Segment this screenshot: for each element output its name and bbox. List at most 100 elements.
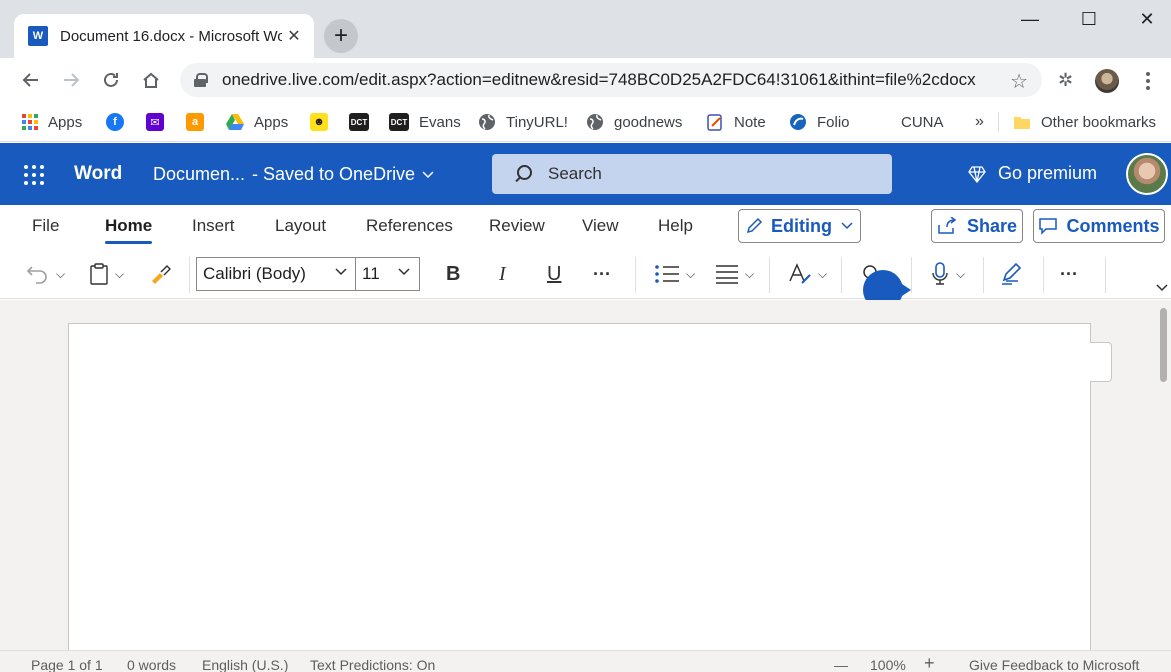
bookmark-apps[interactable]: Apps bbox=[22, 111, 82, 133]
chevron-down-icon: ⌵ bbox=[56, 266, 66, 281]
word-count[interactable]: 0 words bbox=[127, 657, 176, 672]
diamond-icon bbox=[968, 165, 986, 183]
user-avatar[interactable] bbox=[1126, 153, 1168, 195]
note-icon bbox=[706, 113, 724, 131]
bookmarks-overflow-chevron[interactable]: » bbox=[975, 111, 984, 133]
text-predictions-status[interactable]: Text Predictions: On bbox=[310, 657, 435, 672]
bookmark-star-icon[interactable]: ☆ bbox=[1010, 69, 1028, 94]
folder-icon bbox=[1013, 113, 1031, 131]
bookmark-facebook[interactable]: f bbox=[106, 111, 134, 133]
tab-home[interactable]: Home bbox=[105, 216, 153, 244]
editing-mode-button[interactable]: Editing bbox=[738, 209, 861, 243]
tab-close-icon[interactable]: ✕ bbox=[284, 26, 304, 46]
bookmark-label: TinyURL! bbox=[506, 113, 568, 131]
bookmarks-separator bbox=[998, 112, 999, 132]
language-indicator[interactable]: English (U.S.) bbox=[202, 657, 288, 672]
chevron-down-icon bbox=[422, 170, 434, 178]
paragraph-align-button[interactable]: ⌵ bbox=[715, 261, 754, 287]
styles-button[interactable]: ⌵ bbox=[788, 261, 827, 287]
ribbon-separator bbox=[769, 257, 770, 293]
tab-layout[interactable]: Layout bbox=[275, 216, 326, 236]
lock-icon[interactable] bbox=[194, 73, 208, 87]
bookmark-label: Folio bbox=[817, 113, 850, 131]
window-close-button[interactable]: ✕ bbox=[1132, 6, 1162, 32]
amazon-icon: a bbox=[186, 113, 204, 131]
reload-button[interactable] bbox=[97, 66, 125, 94]
extensions-puzzle-icon[interactable]: ✲ bbox=[1058, 70, 1073, 91]
chevron-down-icon bbox=[335, 268, 347, 276]
bullets-button[interactable]: ⌵ bbox=[654, 261, 695, 287]
zoom-level[interactable]: 100% bbox=[870, 657, 906, 672]
zoom-out-button[interactable]: — bbox=[834, 657, 848, 672]
chrome-profile-avatar[interactable] bbox=[1095, 69, 1119, 93]
bookmark-mail[interactable]: ✉ bbox=[146, 111, 174, 133]
status-bar: Page 1 of 1 0 words English (U.S.) Text … bbox=[0, 650, 1171, 672]
search-input[interactable]: Search bbox=[492, 154, 892, 194]
address-bar[interactable]: onedrive.live.com/edit.aspx?action=editn… bbox=[180, 63, 1042, 97]
ribbon-separator bbox=[1105, 257, 1106, 293]
comments-button[interactable]: Comments bbox=[1033, 209, 1165, 243]
format-painter-button[interactable] bbox=[149, 261, 173, 287]
bookmark-cuna[interactable]: CUNA bbox=[901, 111, 944, 133]
page-side-tab[interactable] bbox=[1090, 342, 1112, 382]
bookmark-label: goodnews bbox=[614, 113, 683, 131]
app-launcher-waffle-icon[interactable] bbox=[24, 165, 44, 185]
new-tab-button[interactable]: + bbox=[324, 19, 358, 53]
underline-button[interactable]: U bbox=[547, 261, 561, 287]
tab-file[interactable]: File bbox=[32, 216, 59, 236]
save-status[interactable]: - Saved to OneDrive bbox=[252, 164, 435, 185]
bookmark-dct[interactable]: DCT bbox=[349, 111, 379, 133]
font-name-value: Calibri (Body) bbox=[203, 264, 306, 283]
window-maximize-button[interactable]: ☐ bbox=[1074, 6, 1104, 32]
more-font-options-button[interactable]: ··· bbox=[593, 261, 611, 287]
home-icon bbox=[143, 72, 159, 88]
bookmark-mailchimp[interactable]: ☻ bbox=[310, 111, 338, 133]
search-placeholder: Search bbox=[548, 164, 602, 183]
ribbon-collapse-chevron-icon[interactable] bbox=[1155, 283, 1169, 293]
tab-view[interactable]: View bbox=[582, 216, 619, 236]
forward-button[interactable] bbox=[57, 66, 85, 94]
editor-pen-icon bbox=[1002, 262, 1022, 285]
document-name[interactable]: Documen... bbox=[153, 164, 245, 185]
home-button[interactable] bbox=[137, 66, 165, 94]
font-name-select[interactable]: Calibri (Body) bbox=[196, 257, 356, 291]
bookmark-note[interactable]: Note bbox=[706, 111, 766, 133]
vertical-scrollbar[interactable] bbox=[1160, 308, 1167, 382]
give-feedback-link[interactable]: Give Feedback to Microsoft bbox=[969, 657, 1139, 672]
bold-button[interactable]: B bbox=[446, 261, 460, 287]
go-premium-button[interactable]: Go premium bbox=[968, 163, 1097, 184]
dictate-button[interactable]: ⌵ bbox=[930, 261, 965, 287]
globe-icon bbox=[478, 113, 496, 131]
document-page[interactable] bbox=[68, 323, 1091, 663]
chrome-menu-icon[interactable] bbox=[1138, 68, 1158, 94]
paintbrush-icon bbox=[152, 265, 171, 284]
paste-button[interactable]: ⌵ bbox=[89, 261, 124, 287]
window-minimize-button[interactable]: — bbox=[1015, 6, 1045, 32]
zoom-in-button[interactable]: + bbox=[924, 653, 935, 672]
more-options-button[interactable]: ··· bbox=[1060, 261, 1078, 287]
folio-icon bbox=[789, 113, 807, 131]
tab-references[interactable]: References bbox=[366, 216, 453, 236]
bookmark-drive-apps[interactable]: Apps bbox=[226, 111, 288, 133]
bookmark-evans[interactable]: DCT Evans bbox=[389, 111, 461, 133]
editor-button[interactable] bbox=[1000, 261, 1026, 287]
font-size-select[interactable]: 11 bbox=[355, 257, 420, 291]
undo-button[interactable]: ⌵ bbox=[26, 261, 65, 287]
url-text[interactable]: onedrive.live.com/edit.aspx?action=editn… bbox=[222, 70, 997, 90]
share-button[interactable]: Share bbox=[931, 209, 1023, 243]
bookmark-tinyurl[interactable]: TinyURL! bbox=[478, 111, 568, 133]
bookmark-amazon[interactable]: a bbox=[186, 111, 214, 133]
comments-label: Comments bbox=[1066, 215, 1160, 236]
tab-review[interactable]: Review bbox=[489, 216, 545, 236]
app-name[interactable]: Word bbox=[74, 163, 122, 185]
bookmark-other-bookmarks[interactable]: Other bookmarks bbox=[1013, 111, 1156, 133]
italic-button[interactable]: I bbox=[499, 261, 506, 287]
tab-help[interactable]: Help bbox=[658, 216, 693, 236]
bookmark-folio[interactable]: Folio bbox=[789, 111, 850, 133]
globe-icon bbox=[586, 113, 604, 131]
bookmark-goodnews[interactable]: goodnews bbox=[586, 111, 682, 133]
tab-insert[interactable]: Insert bbox=[192, 216, 235, 236]
browser-tab-active[interactable]: W Document 16.docx - Microsoft Word ✕ bbox=[14, 14, 314, 58]
search-icon bbox=[514, 165, 532, 183]
back-button[interactable] bbox=[17, 66, 45, 94]
